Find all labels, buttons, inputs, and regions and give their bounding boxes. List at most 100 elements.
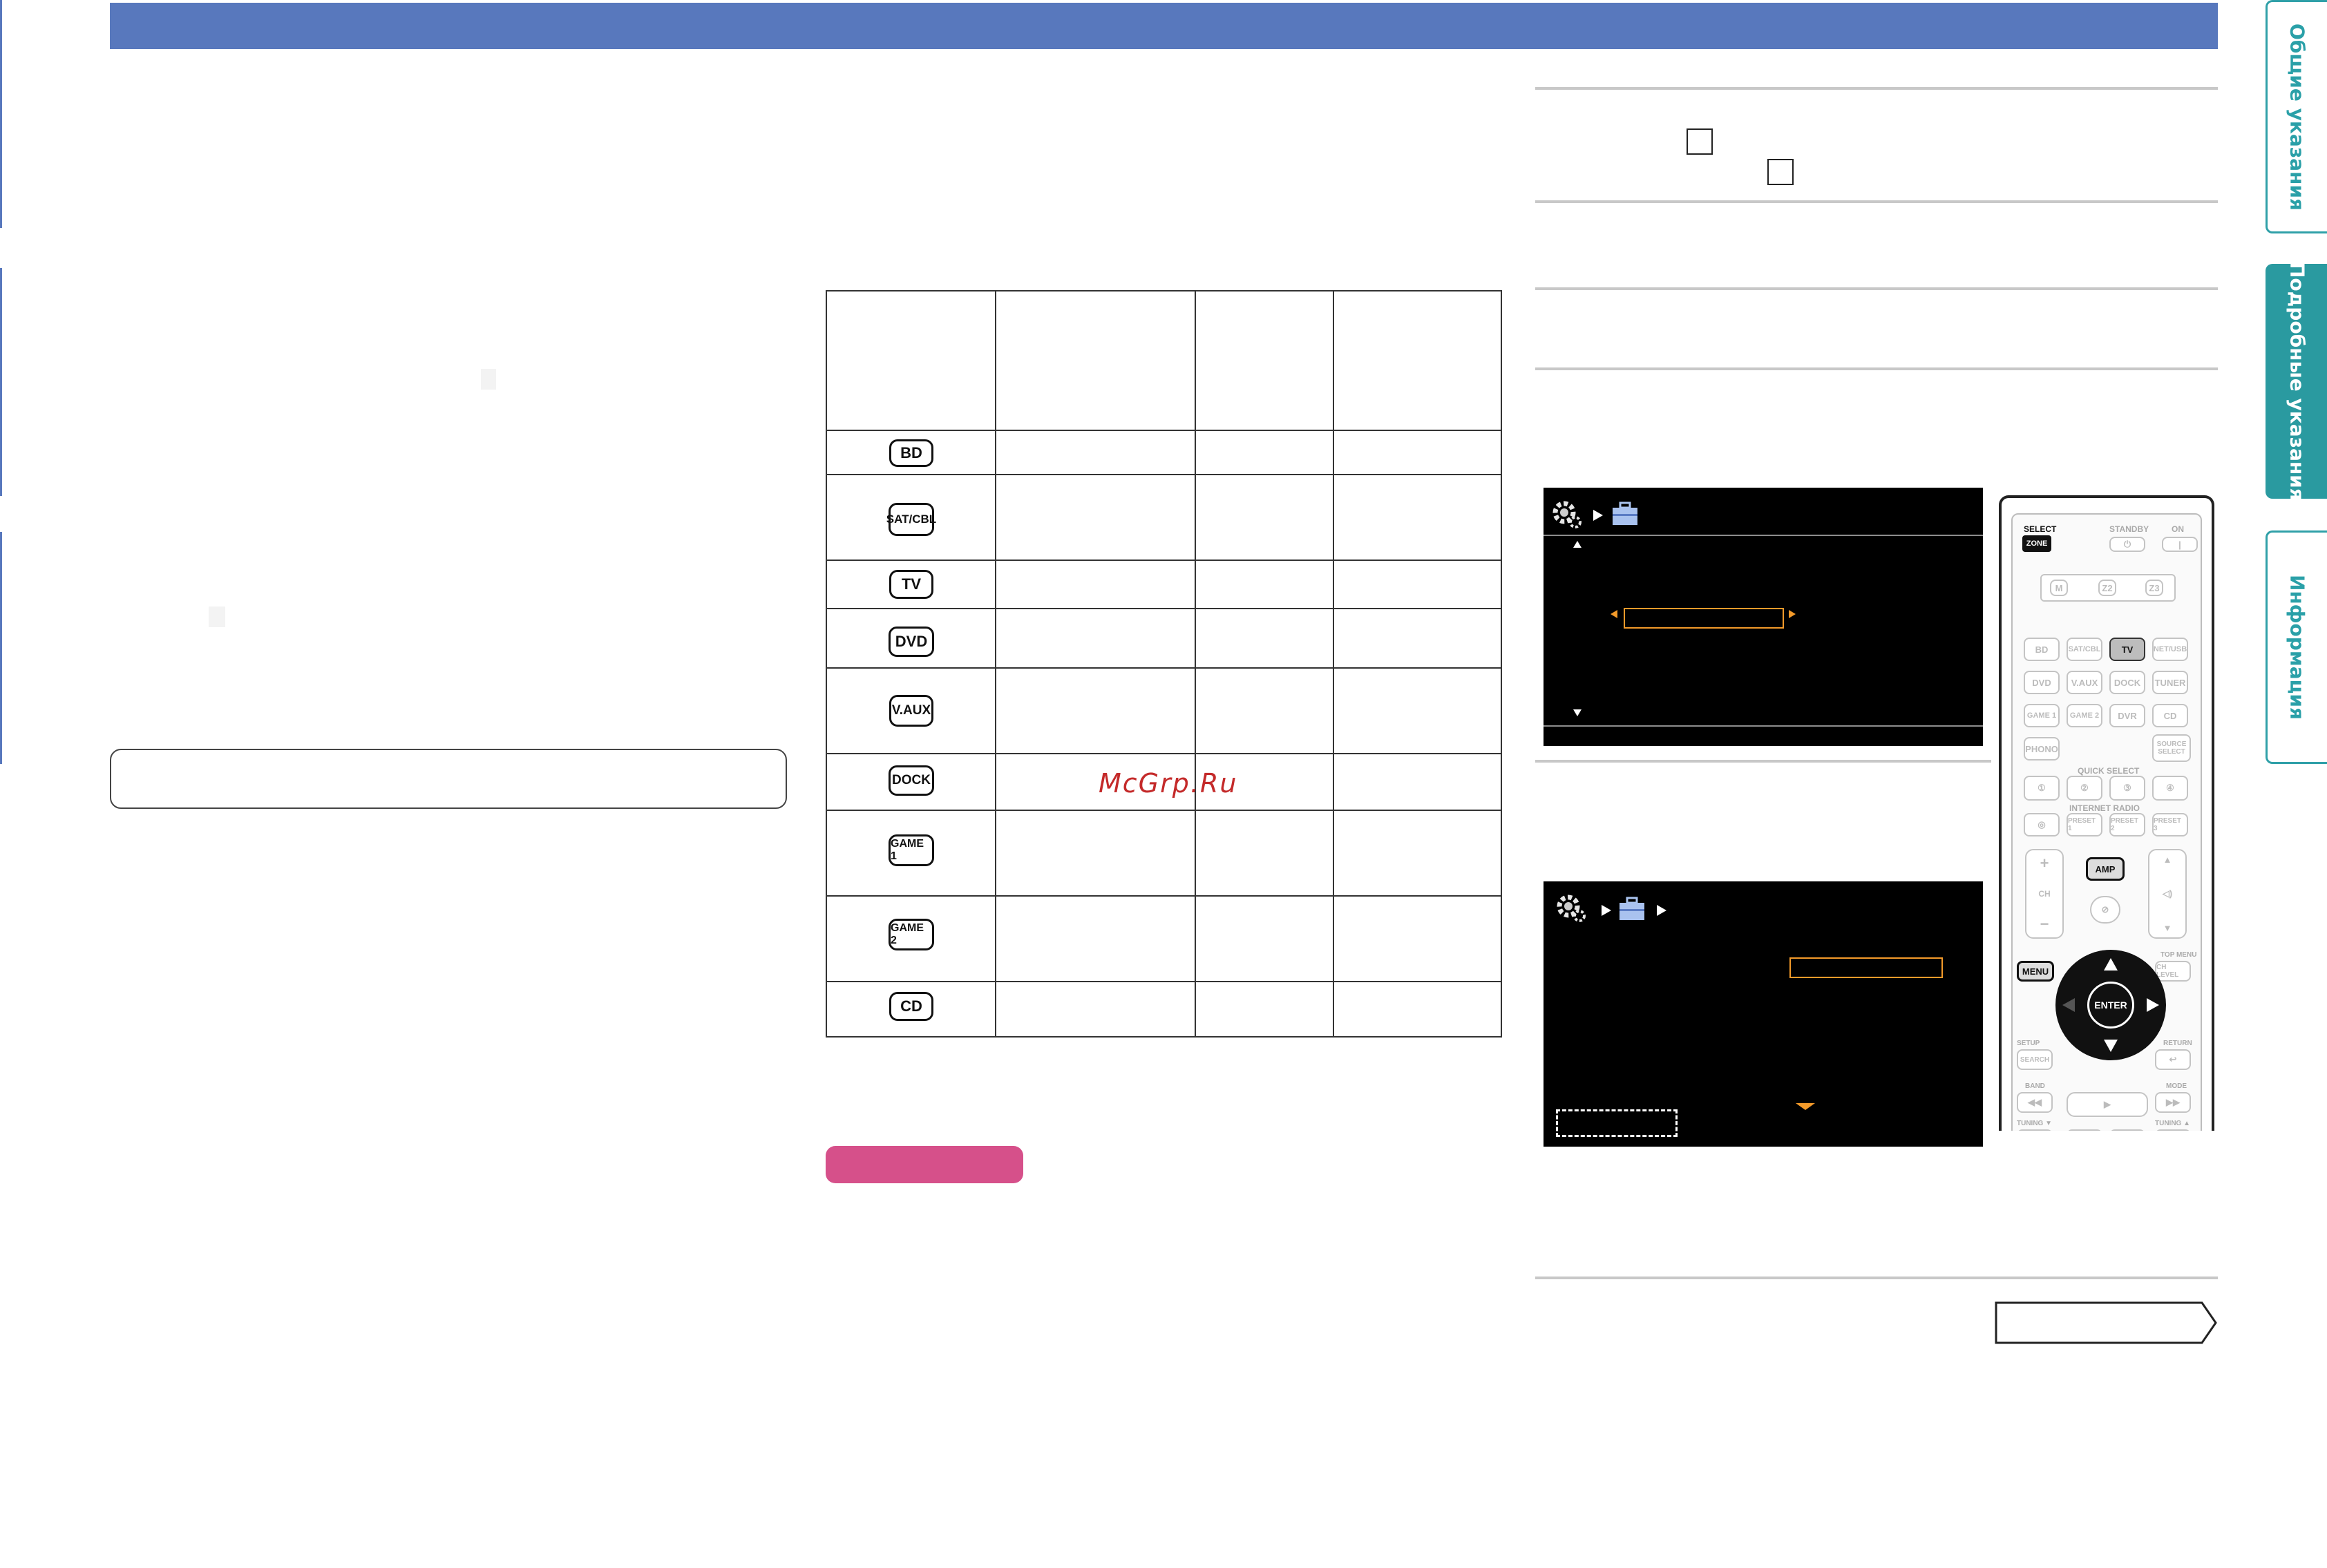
top-menu-label: TOP MENU: [2160, 951, 2197, 959]
tab-detailed-instructions[interactable]: Подробные указания: [2266, 262, 2327, 501]
fast-forward-button[interactable]: ▶▶: [2155, 1092, 2191, 1113]
stop-button[interactable]: ■: [2109, 1129, 2145, 1131]
on-label: ON: [2172, 524, 2184, 534]
input-source-table: BD SAT/CBL TV DVD V.AUX DOCK GAME 1 GAME…: [826, 290, 1502, 1038]
remote-tv-button[interactable]: TV: [2109, 638, 2145, 661]
table-row-divider: [827, 895, 1501, 897]
mute-button[interactable]: ⊘: [2090, 896, 2120, 924]
remote-sat-cbl-button[interactable]: SAT/CBL: [2067, 638, 2102, 661]
ch-level-button[interactable]: CH LEVEL: [2155, 961, 2191, 982]
menu-button[interactable]: MENU: [2017, 961, 2054, 982]
tuning-down-label: TUNING ▼: [2017, 1120, 2053, 1127]
scroll-down-icon: [1796, 1103, 1815, 1110]
table-row-divider: [827, 753, 1501, 754]
step-divider: [1535, 287, 2218, 290]
step-divider: [1535, 367, 2218, 370]
v-aux-button-icon: V.AUX: [889, 695, 933, 727]
preset2-button[interactable]: PRESET 2: [2109, 813, 2145, 836]
enter-button[interactable]: ENTER: [2087, 982, 2134, 1029]
toolbox-icon: [1613, 501, 1637, 525]
remote-bd-button[interactable]: BD: [2024, 638, 2060, 661]
channel-rocker[interactable]: + CH −: [2025, 849, 2064, 939]
remote-game2-button[interactable]: GAME 2: [2067, 704, 2102, 727]
left-edge-strip: [0, 0, 2, 228]
cursor-right-icon[interactable]: [2145, 997, 2160, 1013]
preset1-button[interactable]: PRESET 1: [2067, 813, 2102, 836]
setup-gear-icon: [1552, 501, 1582, 528]
play-button[interactable]: ▶: [2067, 1092, 2148, 1117]
quick-select-label: QUICK SELECT: [2078, 766, 2140, 776]
table-row-divider: [827, 608, 1501, 609]
amp-button[interactable]: AMP: [2086, 857, 2125, 881]
pause-button[interactable]: ❚❚: [2067, 1129, 2102, 1131]
note-box: [110, 749, 787, 809]
quick-select-3-button[interactable]: ③: [2109, 776, 2145, 801]
volume-rocker[interactable]: ▲ ◁) ▼: [2148, 849, 2187, 939]
table-row-divider: [827, 667, 1501, 669]
cursor-left-icon[interactable]: [2061, 997, 2076, 1013]
table-row-divider: [827, 474, 1501, 475]
dock-button-icon: DOCK: [889, 765, 934, 796]
breadcrumb-arrow-icon: [1657, 905, 1666, 916]
zone2-button[interactable]: Z2: [2098, 580, 2116, 596]
cd-button-icon: CD: [889, 992, 933, 1021]
table-row-divider: [827, 810, 1501, 811]
tab-information[interactable]: Информация: [2266, 530, 2327, 764]
cursor-up-icon[interactable]: [2102, 957, 2119, 972]
remote-tuner-button[interactable]: TUNER: [2152, 671, 2188, 694]
table-row-divider: [827, 430, 1501, 431]
remote-cd-button[interactable]: CD: [2152, 704, 2188, 727]
ch-label: CH: [2038, 889, 2051, 899]
arrow-right-icon: [1789, 610, 1796, 618]
remote-game1-button[interactable]: GAME 1: [2024, 704, 2060, 727]
next-page-arrow-icon[interactable]: [1995, 1301, 2217, 1344]
game1-button-icon: GAME 1: [889, 834, 934, 866]
osd-screen-submenu: [1544, 881, 1983, 1147]
on-button[interactable]: |: [2162, 537, 2198, 552]
skip-back-button[interactable]: ◀◀: [2017, 1129, 2053, 1131]
rewind-button[interactable]: ◀◀: [2017, 1092, 2053, 1113]
return-button[interactable]: ↩: [2155, 1049, 2191, 1070]
quick-select-4-button[interactable]: ④: [2152, 776, 2188, 801]
arrow-left-icon: [1611, 610, 1617, 618]
step-divider: [1535, 200, 2218, 203]
remote-phono-button[interactable]: PHONO: [2024, 737, 2060, 761]
zone-main-button[interactable]: M: [2050, 580, 2068, 596]
internet-radio-button[interactable]: ◎: [2024, 813, 2060, 836]
standby-button[interactable]: ⏻: [2109, 537, 2145, 552]
scroll-up-icon: [1573, 541, 1582, 548]
zone3-button[interactable]: Z3: [2145, 580, 2163, 596]
preset3-button[interactable]: PRESET 3: [2152, 813, 2188, 836]
pink-label-badge: [826, 1146, 1023, 1183]
guide-box: [1556, 1109, 1678, 1137]
selected-setting-field[interactable]: [1789, 957, 1943, 978]
zone-select-button[interactable]: ZONE: [2022, 535, 2051, 552]
channel-down-icon: −: [2040, 915, 2049, 933]
remote-dvr-button[interactable]: DVR: [2109, 704, 2145, 727]
search-button[interactable]: SEARCH: [2017, 1049, 2053, 1070]
remote-control: SELECT ZONE STANDBY ON ⏻ | M Z2 Z3 BD SA…: [1999, 495, 2214, 1131]
breadcrumb-arrow-icon: [1602, 905, 1611, 916]
left-edge-strip: [0, 268, 2, 496]
remote-dock-button[interactable]: DOCK: [2109, 671, 2145, 694]
volume-up-icon: ▲: [2163, 854, 2172, 865]
skip-forward-button[interactable]: ▶▶: [2155, 1129, 2191, 1131]
step-divider: [1535, 87, 2218, 90]
placeholder-mark: [481, 369, 496, 390]
scroll-down-icon: [1573, 709, 1582, 716]
selected-setting-field[interactable]: [1624, 608, 1784, 629]
remote-dvd-button[interactable]: DVD: [2024, 671, 2060, 694]
volume-down-icon: ▼: [2163, 923, 2172, 933]
tuning-up-label: TUNING ▲: [2155, 1120, 2191, 1127]
tab-general-instructions[interactable]: Общие указания: [2266, 0, 2327, 233]
remote-v-aux-button[interactable]: V.AUX: [2067, 671, 2102, 694]
cursor-down-icon[interactable]: [2102, 1038, 2119, 1053]
placeholder-mark: [209, 606, 225, 627]
quick-select-1-button[interactable]: ①: [2024, 776, 2060, 801]
remote-net-usb-button[interactable]: NET/USB: [2152, 638, 2188, 661]
remote-source-select-button[interactable]: SOURCE SELECT: [2152, 734, 2191, 762]
quick-select-2-button[interactable]: ②: [2067, 776, 2102, 801]
toolbox-icon: [1620, 897, 1644, 920]
setup-gear-icon: [1557, 895, 1586, 922]
dvd-button-icon: DVD: [889, 627, 934, 657]
